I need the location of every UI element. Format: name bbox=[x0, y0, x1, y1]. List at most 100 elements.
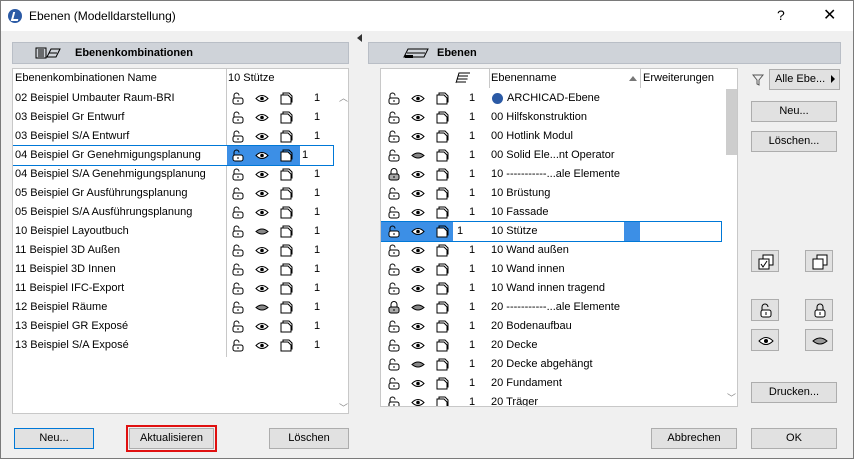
list-item[interactable]: 03 Beispiel S/A Entwurf 1 bbox=[13, 127, 333, 146]
unlock-icon[interactable] bbox=[231, 339, 245, 352]
table-row[interactable]: 1 10 Stütze bbox=[381, 221, 722, 242]
pen-set-value[interactable]: 1 bbox=[469, 241, 475, 260]
lock-icon[interactable] bbox=[387, 301, 401, 314]
list-item[interactable]: 05 Beispiel S/A Ausführungsplanung 1 bbox=[13, 203, 333, 222]
unlock-icon[interactable] bbox=[387, 396, 401, 407]
pen-set-value[interactable]: 1 bbox=[302, 146, 308, 165]
solid-model-icon[interactable] bbox=[435, 282, 449, 295]
solid-model-icon[interactable] bbox=[435, 263, 449, 276]
eye-icon[interactable] bbox=[411, 282, 425, 295]
table-row[interactable]: 1 20 Decke bbox=[381, 336, 721, 355]
unlock-icon[interactable] bbox=[387, 92, 401, 105]
column-header-selected-layer[interactable]: 10 Stütze bbox=[228, 69, 274, 88]
unlock-icon[interactable] bbox=[387, 263, 401, 276]
unlock-icon[interactable] bbox=[387, 339, 401, 352]
solid-model-icon[interactable] bbox=[435, 358, 449, 371]
list-item[interactable]: 11 Beispiel 3D Außen 1 bbox=[13, 241, 333, 260]
unlock-icon[interactable] bbox=[387, 377, 401, 390]
unlock-icon[interactable] bbox=[231, 168, 245, 181]
scrollbar-thumb[interactable] bbox=[726, 89, 737, 155]
solid-model-icon[interactable] bbox=[279, 130, 293, 143]
unlock-icon[interactable] bbox=[387, 111, 401, 124]
table-row[interactable]: 1 20 Träger bbox=[381, 393, 721, 407]
pen-set-value[interactable]: 1 bbox=[469, 279, 475, 298]
show-all-button[interactable] bbox=[751, 329, 779, 351]
table-row[interactable]: 1 20 Fundament bbox=[381, 374, 721, 393]
pen-set-value[interactable]: 1 bbox=[469, 298, 475, 317]
eye-icon[interactable] bbox=[255, 92, 269, 105]
eye-icon[interactable] bbox=[411, 206, 425, 219]
list-item[interactable]: 02 Beispiel Umbauter Raum-BRI 1 bbox=[13, 89, 333, 108]
unlock-icon[interactable] bbox=[231, 187, 245, 200]
solid-model-icon[interactable] bbox=[279, 187, 293, 200]
eye-icon[interactable] bbox=[255, 282, 269, 295]
list-item[interactable]: 11 Beispiel 3D Innen 1 bbox=[13, 260, 333, 279]
pen-set-value[interactable]: 1 bbox=[314, 279, 320, 298]
list-item[interactable]: 04 Beispiel S/A Genehmigungsplanung 1 bbox=[13, 165, 333, 184]
table-row[interactable]: 1 20 -----------...ale Elemente bbox=[381, 298, 721, 317]
lock-all-button[interactable] bbox=[805, 299, 833, 321]
solid-model-icon[interactable] bbox=[279, 282, 293, 295]
eye-icon[interactable] bbox=[411, 225, 425, 238]
solid-model-icon[interactable] bbox=[279, 168, 293, 181]
solid-model-icon[interactable] bbox=[435, 320, 449, 333]
eye-icon[interactable] bbox=[255, 168, 269, 181]
unlock-icon[interactable] bbox=[387, 187, 401, 200]
table-row[interactable]: 1 ARCHICAD-Ebene bbox=[381, 89, 721, 108]
pen-set-value[interactable]: 1 bbox=[469, 89, 475, 108]
solid-model-icon[interactable] bbox=[435, 130, 449, 143]
merge-layers-button[interactable] bbox=[751, 250, 779, 272]
new-combination-button[interactable]: Neu... bbox=[14, 428, 94, 449]
delete-combination-button[interactable]: Löschen bbox=[269, 428, 349, 449]
pen-set-value[interactable]: 1 bbox=[469, 108, 475, 127]
solid-model-icon[interactable] bbox=[279, 149, 293, 162]
solid-model-icon[interactable] bbox=[435, 206, 449, 219]
collapse-arrow-icon[interactable] bbox=[357, 34, 362, 42]
list-item[interactable]: 12 Beispiel Räume 1 bbox=[13, 298, 333, 317]
eye-icon[interactable] bbox=[255, 111, 269, 124]
solid-model-icon[interactable] bbox=[435, 111, 449, 124]
print-button[interactable]: Drucken... bbox=[751, 382, 837, 403]
cancel-button[interactable]: Abbrechen bbox=[651, 428, 737, 449]
unlock-icon[interactable] bbox=[231, 130, 245, 143]
eye-icon[interactable] bbox=[255, 130, 269, 143]
list-item[interactable]: 03 Beispiel Gr Entwurf 1 bbox=[13, 108, 333, 127]
unlock-icon[interactable] bbox=[231, 206, 245, 219]
list-item[interactable]: 13 Beispiel S/A Exposé 1 bbox=[13, 336, 333, 355]
eye-icon[interactable] bbox=[255, 263, 269, 276]
solid-model-icon[interactable] bbox=[435, 225, 449, 238]
table-row[interactable]: 1 10 Fassade bbox=[381, 203, 721, 222]
pen-set-value[interactable]: 1 bbox=[469, 355, 475, 374]
hidden-eye-icon[interactable] bbox=[411, 301, 425, 314]
unlock-icon[interactable] bbox=[231, 301, 245, 314]
pen-set-value[interactable]: 1 bbox=[314, 241, 320, 260]
eye-icon[interactable] bbox=[411, 187, 425, 200]
eye-icon[interactable] bbox=[255, 149, 269, 162]
unlock-icon[interactable] bbox=[387, 358, 401, 371]
table-row[interactable]: 1 10 Wand außen bbox=[381, 241, 721, 260]
pen-set-value[interactable]: 1 bbox=[314, 165, 320, 184]
layer-combinations-list[interactable]: Ebenenkombinationen Name 10 Stütze 02 Be… bbox=[12, 68, 349, 414]
pen-set-value[interactable]: 1 bbox=[469, 146, 475, 165]
solid-model-icon[interactable] bbox=[279, 263, 293, 276]
column-header-layer-name[interactable]: Ebenenname bbox=[491, 69, 556, 88]
pen-set-value[interactable]: 1 bbox=[469, 336, 475, 355]
list-item[interactable]: 05 Beispiel Gr Ausführungsplanung 1 bbox=[13, 184, 333, 203]
close-button[interactable]: ✕ bbox=[823, 5, 836, 25]
eye-icon[interactable] bbox=[411, 168, 425, 181]
hide-all-button[interactable] bbox=[805, 329, 833, 351]
pen-set-value[interactable]: 1 bbox=[314, 317, 320, 336]
pen-set-value[interactable]: 1 bbox=[469, 165, 475, 184]
layer-filter-dropdown[interactable]: Alle Ebe... bbox=[769, 69, 840, 90]
new-layer-button[interactable]: Neu... bbox=[751, 101, 837, 122]
table-row[interactable]: 1 00 Hotlink Modul bbox=[381, 127, 721, 146]
scroll-down-icon[interactable]: ﹀ bbox=[727, 391, 736, 404]
hidden-eye-icon[interactable] bbox=[255, 301, 269, 314]
pen-set-value[interactable]: 1 bbox=[314, 336, 320, 355]
solid-model-icon[interactable] bbox=[279, 111, 293, 124]
unlock-icon[interactable] bbox=[387, 320, 401, 333]
eye-icon[interactable] bbox=[255, 206, 269, 219]
pen-set-value[interactable]: 1 bbox=[314, 260, 320, 279]
eye-icon[interactable] bbox=[255, 339, 269, 352]
table-row[interactable]: 1 00 Solid Ele...nt Operator bbox=[381, 146, 721, 165]
